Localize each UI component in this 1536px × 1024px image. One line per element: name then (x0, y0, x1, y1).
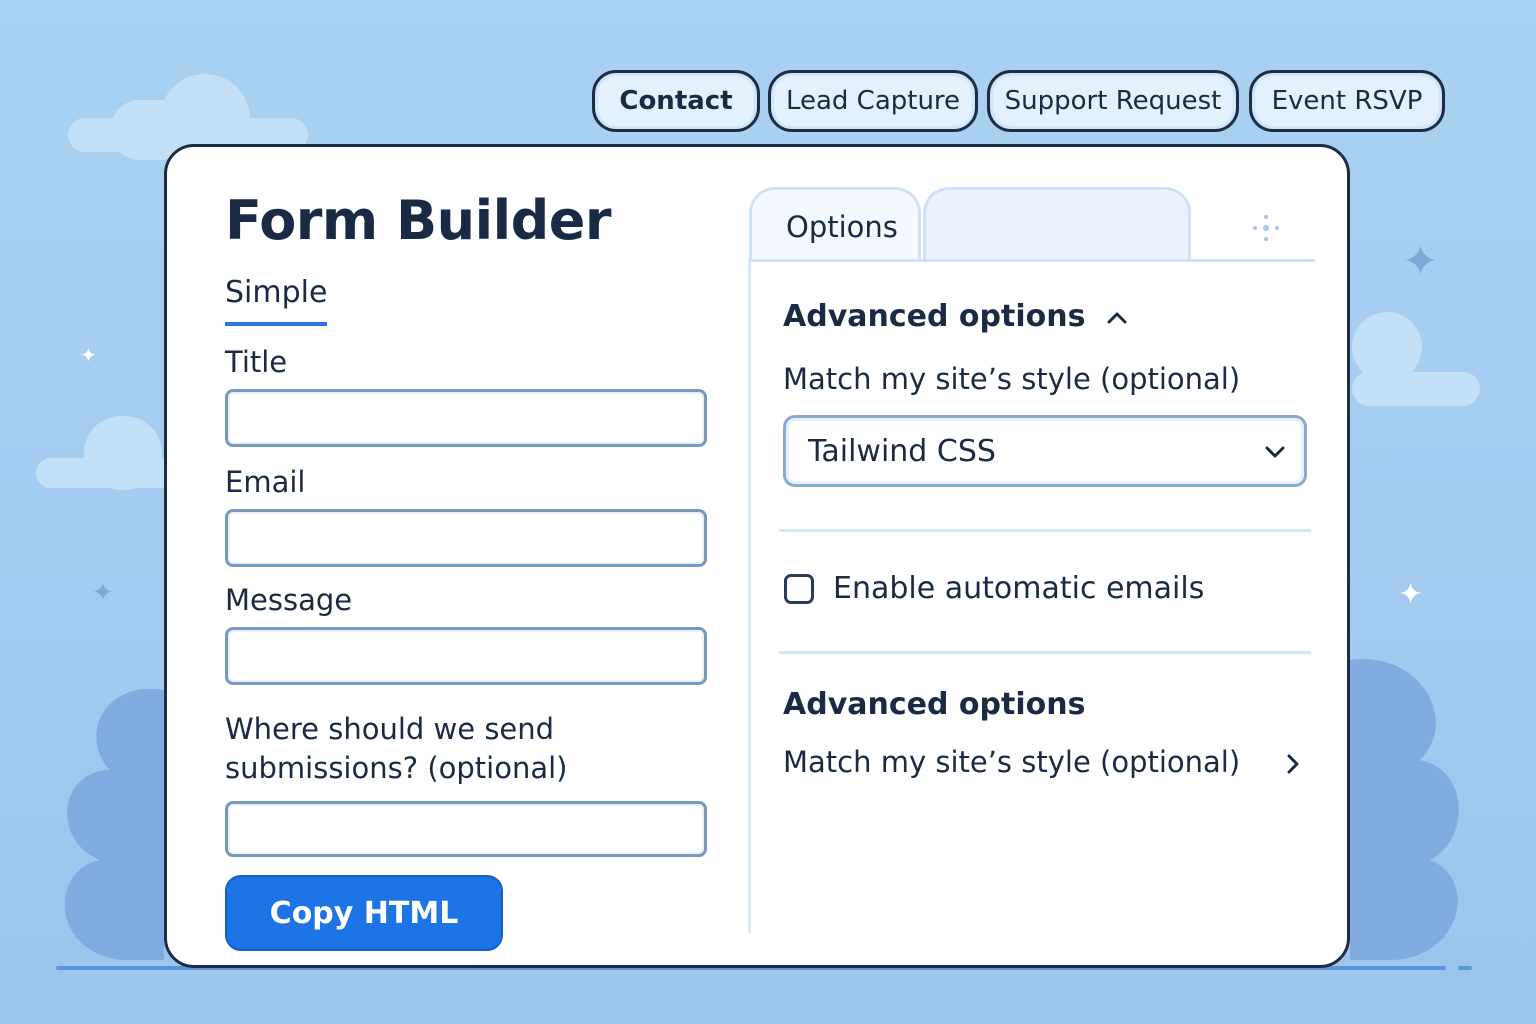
template-contact-button[interactable]: Contact (592, 70, 760, 132)
destination-input[interactable] (225, 801, 707, 857)
destination-label-line2: submissions? (optional) (225, 751, 568, 786)
destination-label: Where should we send submissions? (optio… (225, 710, 567, 788)
style-link-label: Match my site’s style (optional) (783, 745, 1241, 779)
sparkle-icon: ✦ (1398, 577, 1424, 612)
advanced-options-heading-collapsed: Advanced options (783, 687, 1086, 722)
sparkle-icon: ✦ (80, 343, 97, 367)
message-input[interactable] (225, 627, 707, 685)
tab-underline (749, 259, 1315, 262)
email-label: Email (225, 465, 306, 499)
auto-email-checkbox[interactable] (784, 574, 814, 604)
style-select[interactable]: Tailwind CSS (783, 415, 1307, 487)
page-title: Form Builder (225, 189, 612, 252)
tab-options[interactable]: Options (749, 187, 921, 261)
form-builder-card: Form Builder Simple Title Email Message … (164, 144, 1350, 968)
copy-html-button[interactable]: Copy HTML (225, 875, 503, 951)
destination-label-line1: Where should we send (225, 712, 555, 746)
section-divider (779, 529, 1311, 532)
title-label: Title (225, 345, 288, 379)
style-link-row[interactable]: Match my site’s style (optional) (783, 745, 1307, 779)
message-label: Message (225, 583, 353, 617)
advanced-options-heading-expanded[interactable]: Advanced options (783, 299, 1130, 334)
foliage-right (1350, 659, 1459, 960)
template-lead-capture-button[interactable]: Lead Capture (768, 70, 978, 132)
style-label: Match my site’s style (optional) (783, 362, 1241, 396)
section-divider (779, 651, 1311, 654)
advanced-options-heading-text: Advanced options (783, 299, 1086, 334)
chevron-right-icon (1287, 754, 1299, 774)
ground-line-dash (1458, 966, 1472, 970)
title-input[interactable] (225, 389, 707, 447)
panel-divider (748, 257, 751, 933)
template-event-rsvp-button[interactable]: Event RSVP (1249, 70, 1445, 132)
tab-options-label: Options (786, 210, 898, 244)
chevron-down-icon (1265, 446, 1285, 458)
move-icon[interactable] (1251, 213, 1281, 243)
tab-simple[interactable]: Simple (225, 275, 328, 326)
sparkle-icon: ✦ (1402, 236, 1439, 287)
email-input[interactable] (225, 509, 707, 567)
template-support-request-button[interactable]: Support Request (987, 70, 1239, 132)
auto-email-label[interactable]: Enable automatic emails (833, 571, 1204, 606)
sparkle-icon: ✦ (92, 578, 114, 608)
foliage-left (64, 688, 164, 960)
style-select-value: Tailwind CSS (808, 434, 996, 469)
chevron-up-icon (1107, 312, 1127, 323)
tab-blank[interactable] (923, 187, 1191, 261)
